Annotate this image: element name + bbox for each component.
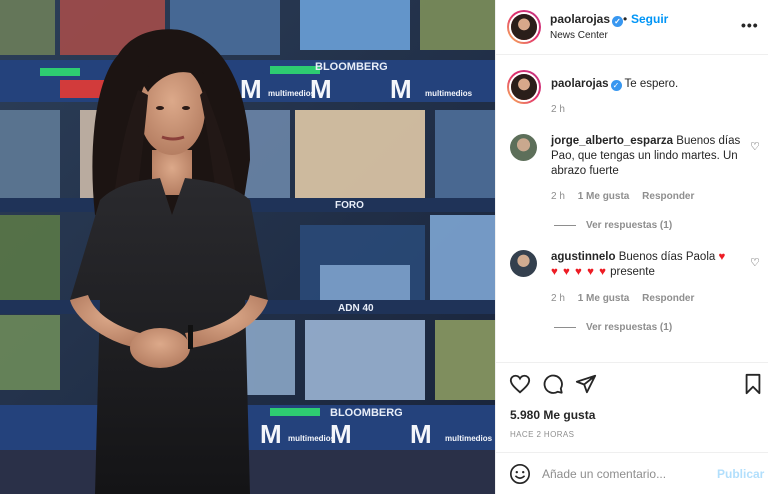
brand-text: multimedios [268, 89, 316, 98]
comment-body: Buenos días Paola [618, 251, 716, 263]
author-username[interactable]: paolarojas ✓ [550, 12, 624, 27]
wall-label: FORO [335, 200, 364, 211]
brand-text: multimedios [288, 434, 336, 443]
username-text[interactable]: paolarojas [550, 12, 610, 26]
brand-text: multimedios [425, 89, 473, 98]
comment-text: jorge_alberto_esparza Buenos días Pao, q… [551, 134, 741, 179]
share-icon[interactable] [575, 373, 597, 395]
brand-letter: M [260, 419, 282, 449]
comment-text: agustinnelo Buenos días Paola ♥ ♥ ♥ ♥ ♥ … [551, 250, 741, 280]
heart-emoji-icon: ♥ [718, 251, 727, 263]
comment-username[interactable]: agustinnelo [551, 251, 616, 263]
more-options-icon[interactable]: ••• [741, 17, 759, 33]
post-timestamp[interactable]: HACE 2 HORAS [510, 430, 574, 439]
comment-meta: 2 h 1 Me gusta Responder [551, 191, 704, 202]
likes-count[interactable]: 5.980 Me gusta [510, 408, 595, 422]
comment-like-icon[interactable]: ♡ [750, 256, 760, 269]
wall-label: BLOOMBERG [315, 61, 388, 73]
comment-username[interactable]: jorge_alberto_esparza [551, 135, 673, 147]
brand-letter: M [390, 74, 412, 104]
comment-likes[interactable]: 1 Me gusta [578, 293, 630, 304]
like-heart-icon[interactable] [509, 373, 531, 395]
verified-icon: ✓ [610, 80, 622, 91]
comment-likes[interactable]: 1 Me gusta [578, 191, 630, 202]
comment-icon[interactable] [542, 373, 564, 395]
avatar[interactable] [509, 72, 539, 102]
post-details-panel: paolarojas ✓ • Seguir News Center ••• pao… [495, 0, 768, 494]
view-replies-label[interactable]: Ver respuestas (1) [586, 220, 672, 231]
comments-list[interactable]: paolarojas ✓ Te espero. 2 h jorge_alberto… [496, 56, 768, 360]
heart-emojis: ♥ ♥ ♥ ♥ ♥ [551, 266, 607, 278]
brand-text: multimedios [445, 434, 493, 443]
view-replies-label[interactable]: Ver respuestas (1) [586, 322, 672, 333]
avatar[interactable] [510, 134, 537, 161]
comment-time[interactable]: 2 h [551, 293, 565, 304]
brand-letter: M [410, 419, 432, 449]
reply-button[interactable]: Responder [642, 293, 694, 304]
follow-button[interactable]: Seguir [631, 12, 668, 26]
presenter-figure [70, 29, 268, 494]
wall-label: BLOOMBERG [330, 407, 403, 419]
news-studio-image: BLOOMBERG FORO ADN 40 BLOOMBERG M M M M … [0, 0, 495, 494]
publish-button[interactable]: Publicar [717, 467, 764, 481]
comment-input[interactable] [542, 464, 702, 484]
caption-time: 2 h [551, 104, 575, 115]
comment-time[interactable]: 2 h [551, 191, 565, 202]
save-icon[interactable] [742, 373, 764, 395]
reply-button[interactable]: Responder [642, 191, 694, 202]
caption-time-text[interactable]: 2 h [551, 104, 565, 115]
view-replies-button[interactable]: Ver respuestas (1) [554, 322, 672, 333]
wall-label: ADN 40 [338, 303, 374, 314]
brand-letter: M [240, 74, 262, 104]
separator: • [623, 12, 628, 26]
comment-body-end: presente [610, 266, 655, 278]
caption-text: paolarojas ✓ Te espero. [551, 77, 741, 92]
emoji-icon[interactable] [509, 463, 531, 485]
comment-like-icon[interactable]: ♡ [750, 140, 760, 153]
post-header: paolarojas ✓ • Seguir News Center ••• [496, 0, 768, 55]
caption-username[interactable]: paolarojas [551, 78, 609, 90]
comment-meta: 2 h 1 Me gusta Responder [551, 293, 704, 304]
view-replies-button[interactable]: Ver respuestas (1) [554, 220, 672, 231]
replies-divider [554, 326, 576, 328]
caption-body: Te espero. [624, 78, 679, 90]
post-actions: 5.980 Me gusta HACE 2 HORAS Publicar [496, 362, 768, 494]
verified-icon: ✓ [612, 16, 624, 27]
avatar[interactable] [510, 250, 537, 277]
post-photo[interactable]: BLOOMBERG FORO ADN 40 BLOOMBERG M M M M … [0, 0, 495, 494]
add-comment-bar: Publicar [496, 452, 768, 494]
replies-divider [554, 224, 576, 226]
avatar[interactable] [509, 12, 539, 42]
location-link[interactable]: News Center [550, 30, 608, 41]
